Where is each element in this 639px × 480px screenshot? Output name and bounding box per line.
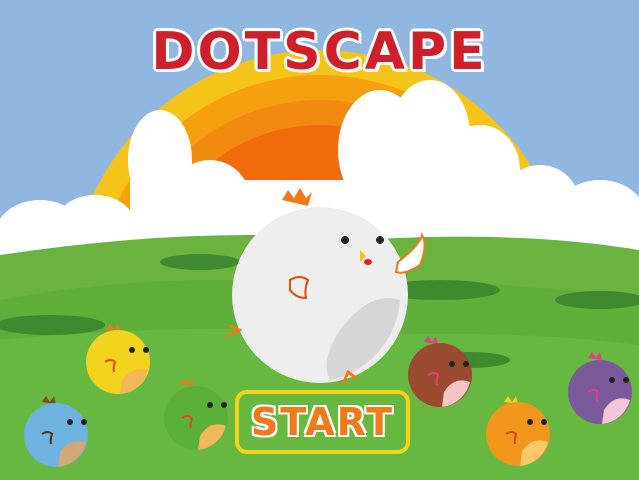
game-title: DOTSCAPE (151, 22, 488, 82)
start-button[interactable]: START (235, 390, 410, 454)
start-button-label: START (250, 400, 395, 444)
